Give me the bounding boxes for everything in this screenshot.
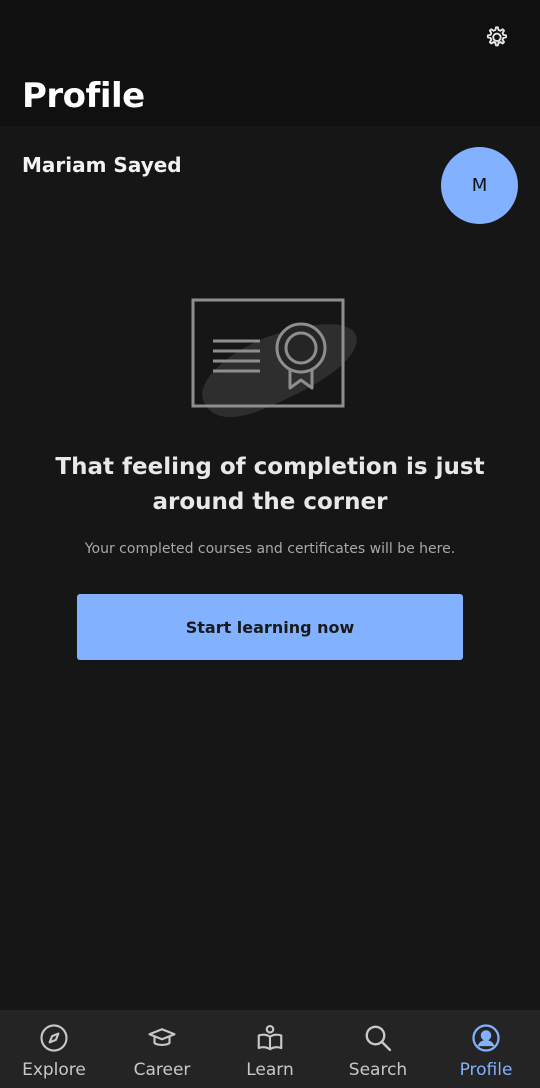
empty-state-heading: That feeling of completion is just aroun…	[55, 454, 485, 515]
nav-item-career[interactable]: Career	[108, 1010, 216, 1088]
header: Profile	[0, 0, 540, 126]
compass-icon	[38, 1022, 70, 1054]
empty-state-subtext: Your completed courses and certificates …	[84, 541, 456, 557]
avatar-initial: M	[471, 175, 488, 196]
nav-label: Search	[348, 1060, 408, 1080]
avatar[interactable]: M	[441, 147, 518, 224]
nav-item-search[interactable]: Search	[324, 1010, 432, 1088]
profile-icon	[470, 1022, 502, 1054]
search-icon	[362, 1022, 394, 1054]
nav-item-explore[interactable]: Explore	[0, 1010, 108, 1088]
nav-label: Learn	[246, 1060, 294, 1080]
certificate-icon	[191, 298, 357, 417]
gear-icon	[486, 26, 507, 47]
settings-button[interactable]	[480, 22, 512, 54]
start-learning-button[interactable]: Start learning now	[77, 594, 463, 660]
nav-item-profile[interactable]: Profile	[432, 1010, 540, 1088]
page-title: Profile	[22, 76, 145, 116]
bottom-navigation: Explore Career Learn Search Profile	[0, 1010, 540, 1088]
nav-item-learn[interactable]: Learn	[216, 1010, 324, 1088]
nav-label: Explore	[22, 1060, 86, 1080]
graduation-cap-icon	[146, 1022, 178, 1054]
nav-label: Career	[133, 1060, 191, 1080]
book-reader-icon	[254, 1022, 286, 1054]
nav-label: Profile	[459, 1060, 513, 1080]
user-name: Mariam Sayed	[22, 153, 182, 177]
profile-screen: Profile Mariam Sayed M That feeling of c…	[0, 0, 540, 1088]
